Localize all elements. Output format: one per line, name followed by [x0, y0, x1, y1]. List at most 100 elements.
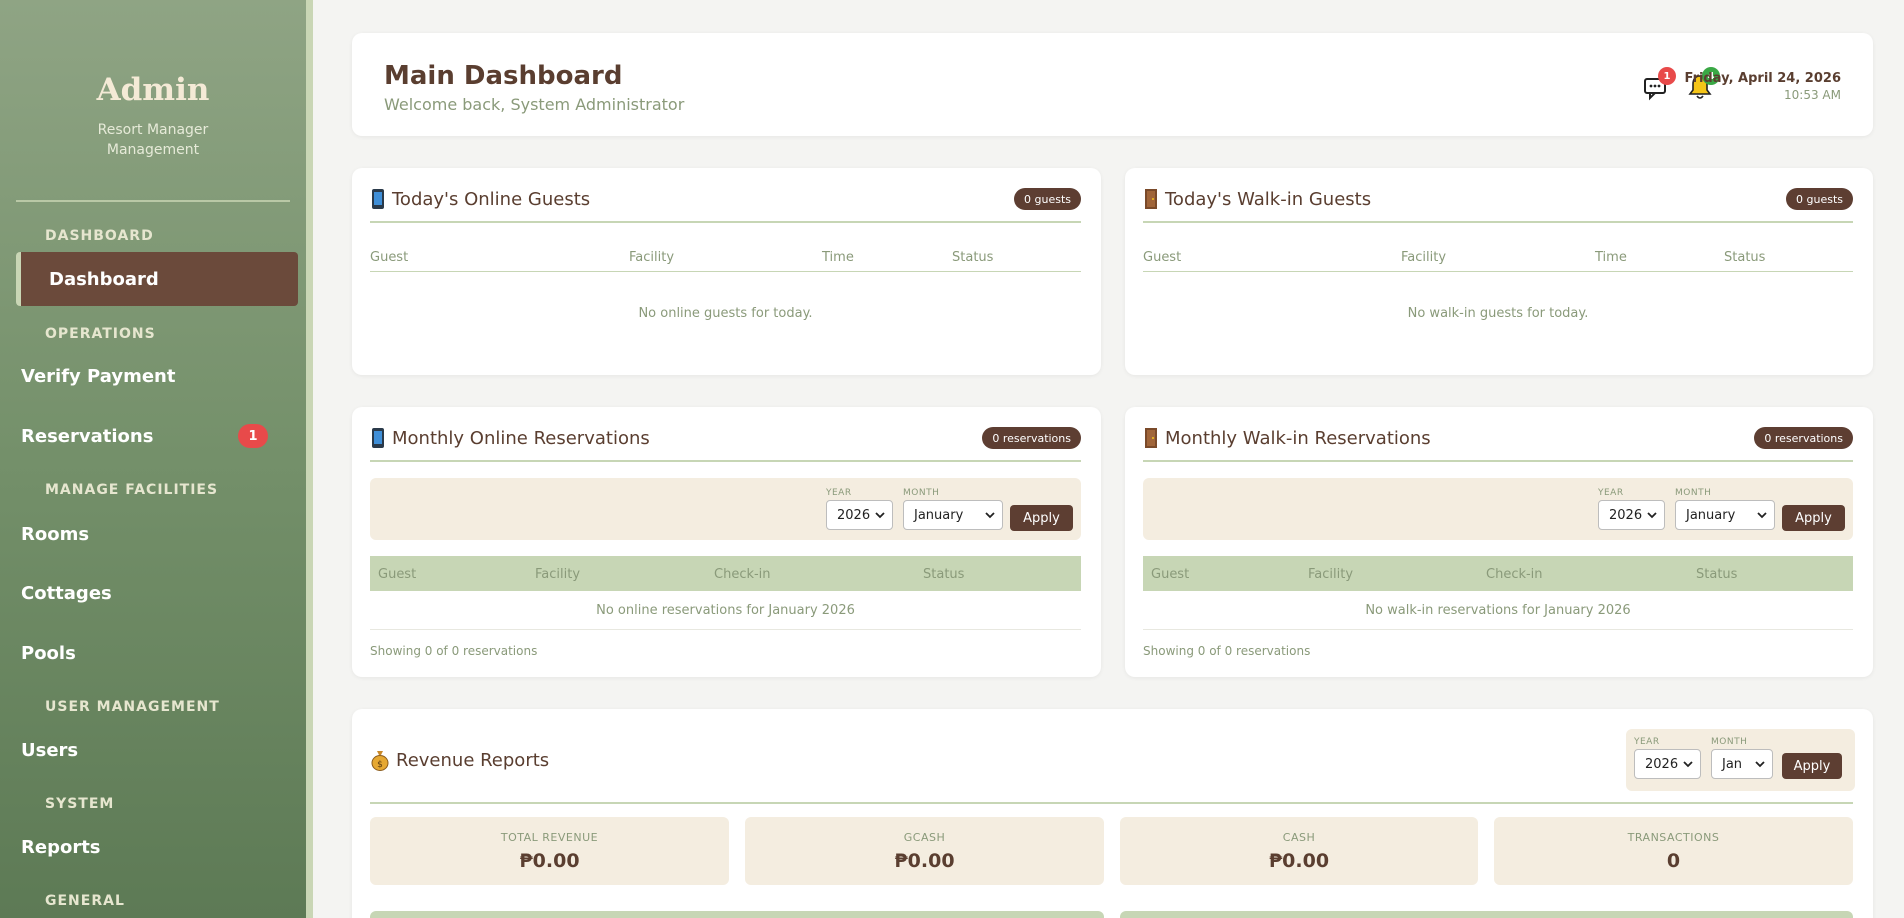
walkin-guests-count-badge: 0 guests [1786, 188, 1853, 210]
walkin-guests-card: Today's Walk-in Guests 0 guests Guest Fa… [1125, 168, 1873, 375]
stat-value: ₱0.00 [894, 850, 955, 872]
money-bag-icon: $ [371, 751, 389, 771]
sidebar-item-users[interactable]: Users [16, 723, 298, 777]
walkin-guests-title: Today's Walk-in Guests [1165, 188, 1372, 210]
column-header: Time [822, 250, 854, 265]
walkin-reservations-title: Monthly Walk-in Reservations [1165, 427, 1431, 449]
apply-button[interactable]: Apply [1782, 505, 1845, 531]
column-header: Facility [1308, 567, 1354, 582]
stat-card-cash: CASH ₱0.00 [1120, 817, 1478, 885]
card-divider [370, 221, 1081, 223]
chevron-down-icon [1647, 512, 1657, 519]
sidebar-item-label: Dashboard [49, 268, 159, 290]
nav-section-dashboard: DASHBOARD [45, 228, 154, 244]
door-icon [1145, 189, 1157, 209]
year-select[interactable]: 2026 [1598, 500, 1665, 530]
walkin-reservations-count-badge: 0 reservations [1754, 427, 1853, 449]
month-label: MONTH [903, 488, 940, 498]
month-select[interactable]: January [1675, 500, 1775, 530]
pagination-info: Showing 0 of 0 reservations [370, 644, 538, 658]
revenue-chart-panel [1120, 911, 1853, 918]
year-label: YEAR [1598, 488, 1624, 498]
month-select[interactable]: Jan [1711, 749, 1773, 779]
column-header: Facility [535, 567, 581, 582]
empty-state-message: No walk-in guests for today. [1407, 306, 1589, 321]
messages-button[interactable]: 1 [1642, 67, 1676, 103]
stat-label: CASH [1282, 831, 1316, 844]
apply-button[interactable]: Apply [1782, 753, 1842, 779]
page-subtitle: Welcome back, System Administrator [384, 95, 685, 114]
apply-button[interactable]: Apply [1010, 505, 1073, 531]
column-header: Facility [1401, 250, 1447, 265]
month-select-value: January [1686, 507, 1736, 523]
nav-section-users: USER MANAGEMENT [45, 699, 220, 715]
empty-state-message: No online guests for today. [638, 306, 813, 321]
sidebar-item-reports[interactable]: Reports [16, 820, 298, 874]
table-header: Guest Facility Time Status [370, 242, 1081, 272]
sidebar-brand: Admin Resort Manager Management [0, 0, 306, 160]
walkin-reservations-card: Monthly Walk-in Reservations 0 reservati… [1125, 407, 1873, 677]
chevron-down-icon [875, 512, 885, 519]
year-select[interactable]: 2026 [1634, 749, 1701, 779]
sidebar-item-label: Users [21, 739, 79, 761]
sidebar-item-label: Rooms [21, 523, 90, 545]
month-select-value: January [914, 507, 964, 523]
column-header: Status [923, 567, 965, 582]
svg-text:$: $ [377, 760, 383, 770]
phone-icon [372, 189, 384, 209]
column-header: Facility [629, 250, 675, 265]
sidebar-item-label: Reports [21, 836, 101, 858]
sidebar-item-label: Cottages [21, 582, 112, 604]
column-header: Status [952, 250, 994, 265]
column-header: Status [1724, 250, 1766, 265]
card-title: Today's Walk-in Guests [1143, 188, 1371, 210]
card-divider [370, 802, 1853, 804]
sidebar-item-label: Reservations [21, 425, 154, 447]
sidebar-item-dashboard[interactable]: Dashboard [16, 252, 298, 306]
nav-section-facilities: MANAGE FACILITIES [45, 482, 219, 498]
stat-value: ₱0.00 [519, 850, 580, 872]
stat-card-total-revenue: TOTAL REVENUE ₱0.00 [370, 817, 729, 885]
year-select[interactable]: 2026 [826, 500, 893, 530]
card-divider [1143, 460, 1853, 462]
card-title: $ Revenue Reports [370, 749, 549, 771]
column-header: Time [1595, 250, 1627, 265]
stat-card-transactions: TRANSACTIONS 0 [1494, 817, 1853, 885]
empty-state-message: No walk-in reservations for January 2026 [1143, 592, 1853, 630]
column-header: Guest [1143, 250, 1182, 265]
sidebar-item-verify-payment[interactable]: Verify Payment [16, 349, 298, 403]
month-select[interactable]: January [903, 500, 1003, 530]
month-label: MONTH [1675, 488, 1712, 498]
page-title: Main Dashboard [384, 61, 623, 91]
stat-card-gcash: GCASH ₱0.00 [745, 817, 1104, 885]
nav-section-general: GENERAL [45, 893, 125, 909]
nav-section-operations: OPERATIONS [45, 326, 156, 342]
sidebar: Admin Resort Manager Management DASHBOAR… [0, 0, 313, 918]
sidebar-item-reservations[interactable]: Reservations 1 [16, 409, 298, 463]
online-reservations-count-badge: 0 reservations [982, 427, 1081, 449]
month-label: MONTH [1711, 737, 1748, 747]
revenue-filter: YEAR MONTH 2026 Jan Apply [1626, 729, 1855, 791]
page-header: Main Dashboard Welcome back, System Admi… [352, 33, 1873, 136]
card-title: Today's Online Guests [370, 188, 590, 210]
year-select-value: 2026 [1645, 756, 1679, 772]
sidebar-item-cottages[interactable]: Cottages [16, 566, 298, 620]
empty-state-message: No online reservations for January 2026 [370, 592, 1081, 630]
online-guests-card: Today's Online Guests 0 guests Guest Fac… [352, 168, 1101, 375]
sidebar-item-rooms[interactable]: Rooms [16, 507, 298, 561]
stat-value: ₱0.00 [1268, 850, 1330, 872]
revenue-reports-card: $ Revenue Reports YEAR MONTH 2026 Jan Ap… [352, 709, 1873, 918]
sidebar-item-label: Pools [21, 642, 76, 664]
online-reservations-card: Monthly Online Reservations 0 reservatio… [352, 407, 1101, 677]
card-title: Monthly Online Reservations [370, 427, 650, 449]
card-divider [370, 460, 1081, 462]
year-label: YEAR [826, 488, 852, 498]
sidebar-item-pools[interactable]: Pools [16, 626, 298, 680]
online-reservations-title: Monthly Online Reservations [392, 427, 650, 449]
chevron-down-icon [1755, 761, 1765, 768]
current-date: Friday, April 24, 2026 [1684, 71, 1841, 86]
table-header: Guest Facility Time Status [1143, 242, 1853, 272]
reservations-count-badge: 1 [238, 424, 268, 448]
column-header: Status [1696, 567, 1738, 582]
year-select-value: 2026 [1609, 507, 1643, 523]
